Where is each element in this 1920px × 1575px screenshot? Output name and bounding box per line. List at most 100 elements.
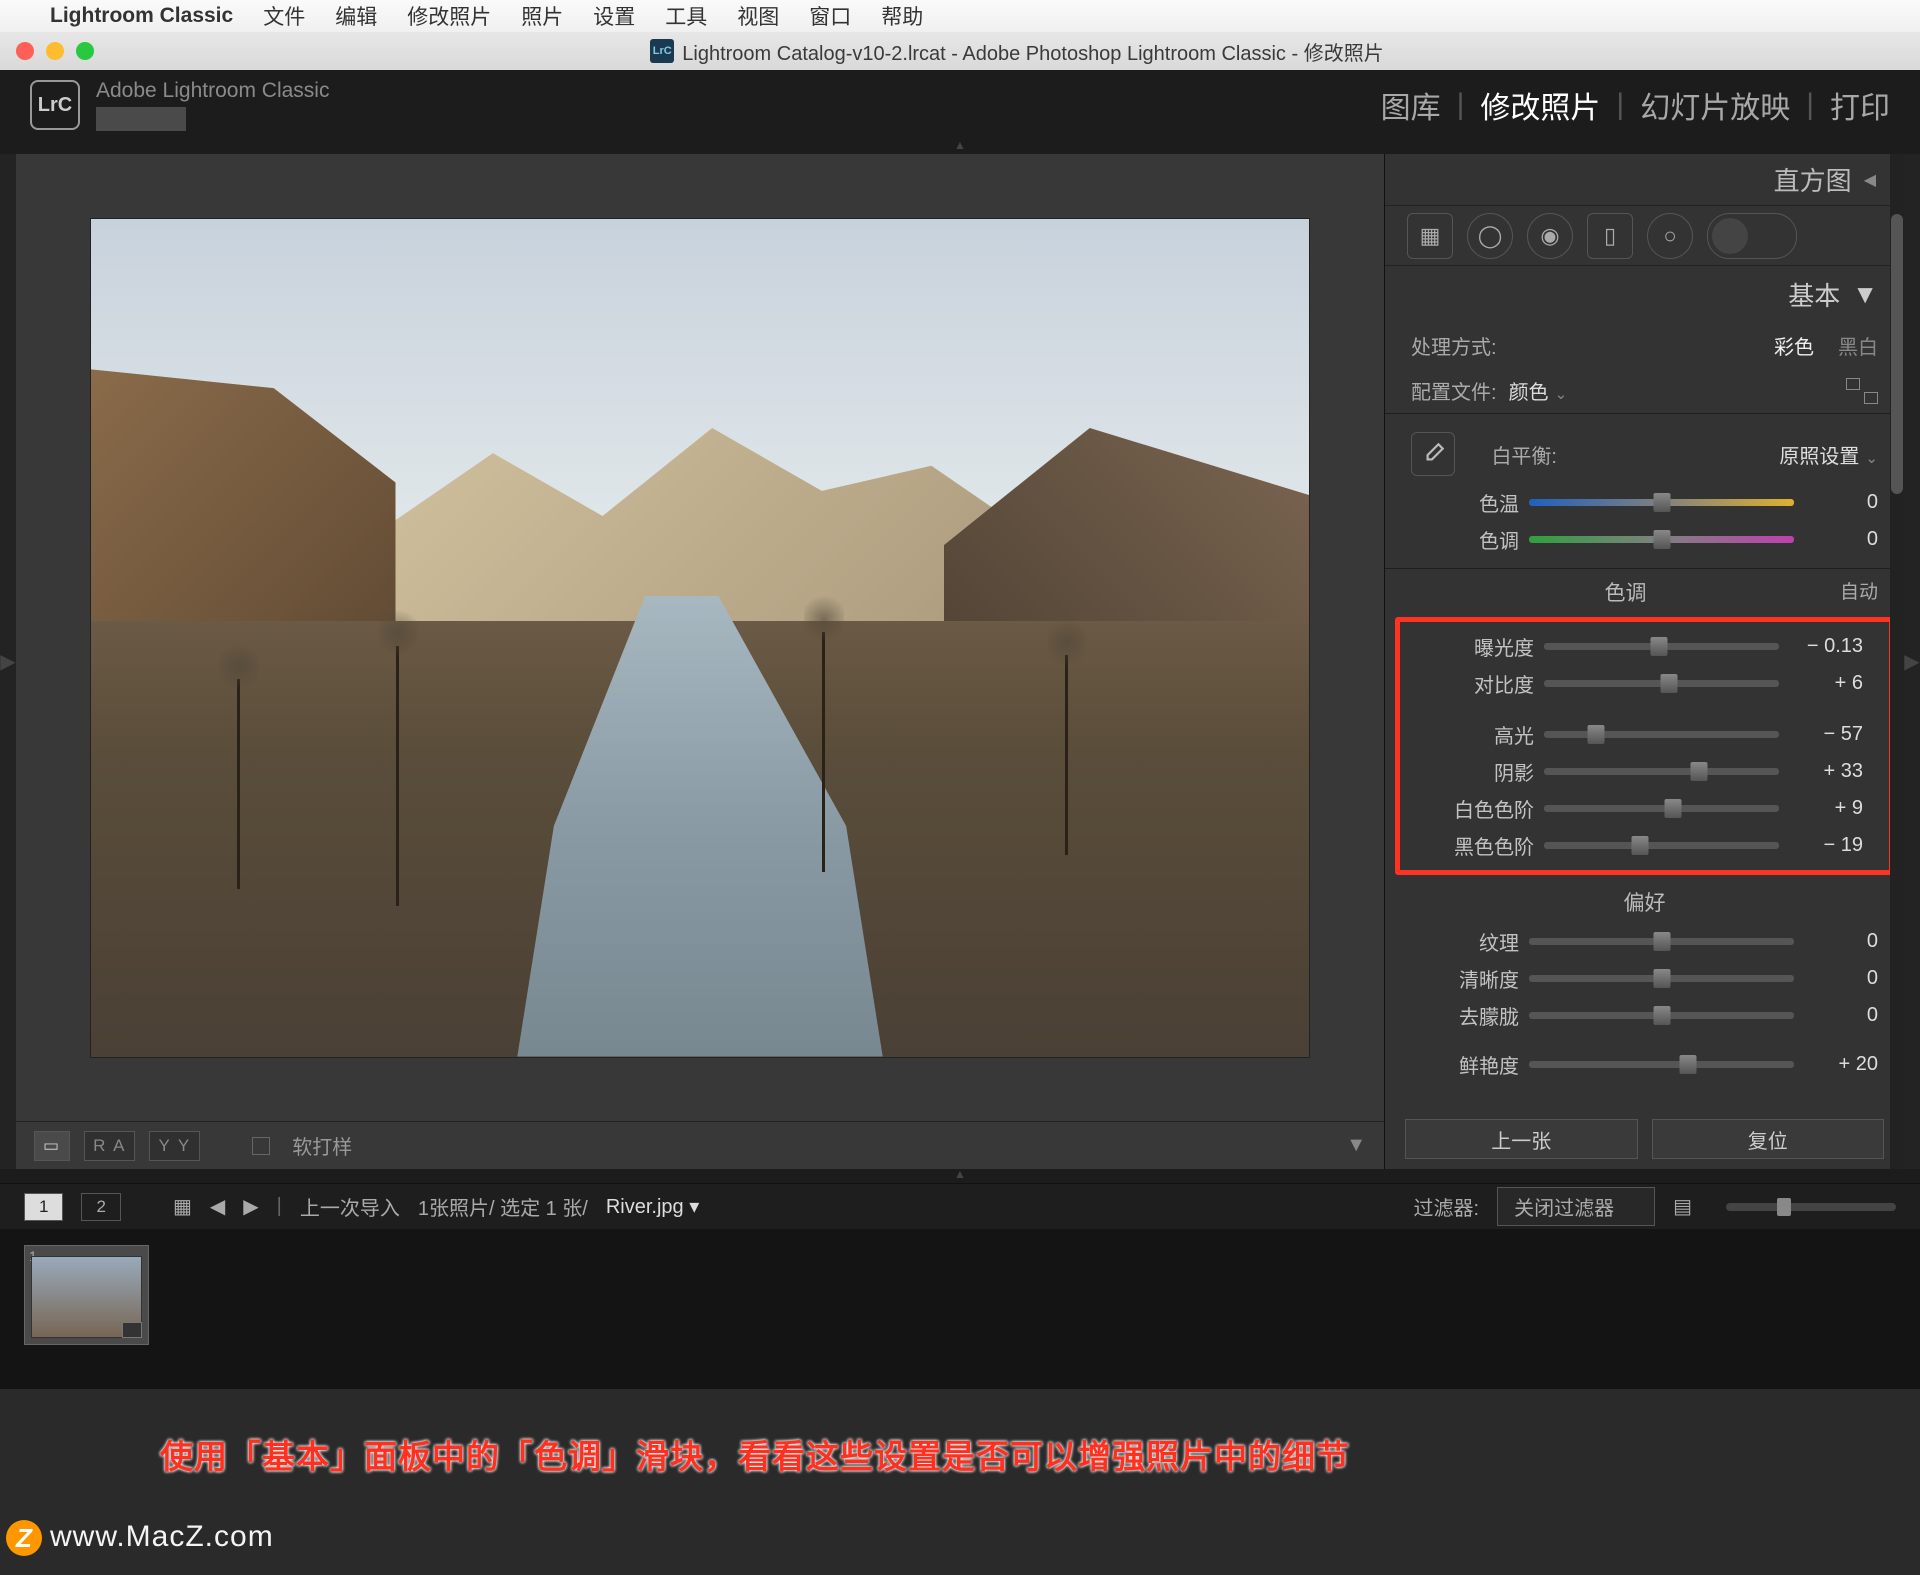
presence-slider-slider[interactable] xyxy=(1529,975,1794,982)
filmstrip-thumbnail[interactable]: 1 xyxy=(24,1245,149,1345)
top-panel-collapse-icon[interactable]: ▲ xyxy=(0,140,1920,154)
presence-slider-label: 去朦胧 xyxy=(1411,1001,1519,1030)
tone-slider-value[interactable]: + 9 xyxy=(1789,797,1863,820)
close-window-button[interactable] xyxy=(16,42,34,60)
vibrance-slider-value[interactable]: + 20 xyxy=(1804,1053,1878,1076)
tone-heading: 色调 xyxy=(1604,577,1646,607)
vibrance-slider-row: 鲜艳度+ 20 xyxy=(1385,1046,1904,1083)
tone-slider-slider[interactable] xyxy=(1544,842,1779,849)
auto-tone-button[interactable]: 自动 xyxy=(1840,577,1878,607)
minimize-window-button[interactable] xyxy=(46,42,64,60)
spot-tool-icon[interactable]: ◯ xyxy=(1467,213,1513,259)
presence-slider-value[interactable]: 0 xyxy=(1804,930,1878,953)
menu-settings[interactable]: 设置 xyxy=(593,1,635,31)
tone-slider-label: 对比度 xyxy=(1426,669,1534,698)
breadcrumb-source[interactable]: 上一次导入 xyxy=(300,1192,400,1221)
screen-1-tab[interactable]: 1 xyxy=(24,1193,63,1221)
tone-slider-slider[interactable] xyxy=(1544,805,1779,812)
menu-develop[interactable]: 修改照片 xyxy=(407,1,491,31)
redeye-tool-icon[interactable]: ◉ xyxy=(1527,213,1573,259)
presence-slider-label: 清晰度 xyxy=(1411,964,1519,993)
before-after-lr-button[interactable]: R A xyxy=(84,1131,135,1161)
menu-tools[interactable]: 工具 xyxy=(665,1,707,31)
brush-tool-icon[interactable] xyxy=(1707,213,1797,259)
grid-view-icon[interactable]: ▦ xyxy=(173,1194,192,1219)
menu-window[interactable]: 窗口 xyxy=(809,1,851,31)
wb-eyedropper-icon[interactable] xyxy=(1411,432,1455,476)
profile-dropdown[interactable]: 颜色⌄ xyxy=(1509,376,1568,405)
toolbar-menu-icon[interactable]: ▼ xyxy=(1346,1134,1366,1157)
radial-tool-icon[interactable]: ○ xyxy=(1647,213,1693,259)
tone-slider-slider[interactable] xyxy=(1544,643,1779,650)
menu-view[interactable]: 视图 xyxy=(737,1,779,31)
presence-slider-value[interactable]: 0 xyxy=(1804,967,1878,990)
filter-lock-icon[interactable]: ▤ xyxy=(1673,1194,1692,1219)
module-develop[interactable]: 修改照片 xyxy=(1480,83,1600,127)
bottom-collapse-icon[interactable]: ▲ xyxy=(0,1169,1920,1183)
before-after-tb-button[interactable]: Y Y xyxy=(149,1131,200,1161)
tone-slider-row: 白色色阶+ 9 xyxy=(1400,790,1889,827)
wb-slider-value[interactable]: 0 xyxy=(1804,528,1878,551)
treatment-bw[interactable]: 黑白 xyxy=(1838,331,1878,360)
module-slideshow[interactable]: 幻灯片放映 xyxy=(1640,83,1790,127)
secondary-toolbar: 1 2 ▦ ◀ ▶ | 上一次导入 1张照片/ 选定 1 张/ River.jp… xyxy=(0,1183,1920,1229)
presence-slider-row: 纹理0 xyxy=(1385,923,1904,960)
annotation-text: 使用「基本」面板中的「色调」滑块，看看这些设置是否可以增强照片中的细节 xyxy=(160,1430,1350,1478)
tone-slider-value[interactable]: − 0.13 xyxy=(1789,635,1863,658)
preview-photo[interactable] xyxy=(90,218,1310,1058)
wb-slider-value[interactable]: 0 xyxy=(1804,491,1878,514)
presence-slider-value[interactable]: 0 xyxy=(1804,1004,1878,1027)
module-print[interactable]: 打印 xyxy=(1830,83,1890,127)
vibrance-slider-slider[interactable] xyxy=(1529,1061,1794,1068)
tone-slider-value[interactable]: + 6 xyxy=(1789,672,1863,695)
histogram-label: 直方图 xyxy=(1774,161,1852,198)
tone-slider-value[interactable]: + 33 xyxy=(1789,760,1863,783)
tone-slider-slider[interactable] xyxy=(1544,680,1779,687)
menu-file[interactable]: 文件 xyxy=(263,1,305,31)
window-titlebar: LrC Lightroom Catalog-v10-2.lrcat - Adob… xyxy=(0,32,1920,70)
filmstrip[interactable]: 1 xyxy=(0,1229,1920,1389)
tone-slider-value[interactable]: − 19 xyxy=(1789,834,1863,857)
menu-photo[interactable]: 照片 xyxy=(521,1,563,31)
presence-slider-slider[interactable] xyxy=(1529,1012,1794,1019)
zoom-window-button[interactable] xyxy=(76,42,94,60)
presence-slider-slider[interactable] xyxy=(1529,938,1794,945)
softproof-checkbox[interactable] xyxy=(252,1137,270,1155)
tone-slider-row: 黑色色阶− 19 xyxy=(1400,827,1889,864)
menu-help[interactable]: 帮助 xyxy=(881,1,923,31)
right-panel: 直方图◀ ▦ ◯ ◉ ▯ ○ 基本▼ 处理方式: 彩色 黑白 配置文件: 颜色⌄ xyxy=(1384,154,1904,1169)
tone-slider-slider[interactable] xyxy=(1544,768,1779,775)
treatment-color[interactable]: 彩色 xyxy=(1774,331,1814,360)
reset-button[interactable]: 复位 xyxy=(1652,1119,1885,1159)
prev-photo-icon[interactable]: ◀ xyxy=(210,1194,225,1219)
menu-edit[interactable]: 编辑 xyxy=(335,1,377,31)
right-panel-scrollbar[interactable] xyxy=(1890,154,1904,1169)
menubar-appname[interactable]: Lightroom Classic xyxy=(50,4,233,28)
image-canvas[interactable] xyxy=(16,154,1384,1121)
wb-slider-slider[interactable] xyxy=(1529,499,1794,506)
crop-tool-icon[interactable]: ▦ xyxy=(1407,213,1453,259)
wb-slider-label: 色调 xyxy=(1411,525,1519,554)
loupe-view-button[interactable]: ▭ xyxy=(34,1131,70,1161)
thumbnail-size-slider[interactable] xyxy=(1726,1203,1896,1211)
identity-plate[interactable] xyxy=(96,107,186,131)
next-photo-icon[interactable]: ▶ xyxy=(243,1194,258,1219)
screen-2-tab[interactable]: 2 xyxy=(81,1193,120,1221)
wb-dropdown[interactable]: 原照设置⌄ xyxy=(1779,440,1878,469)
breadcrumb-filename[interactable]: River.jpg ▾ xyxy=(606,1194,699,1219)
previous-button[interactable]: 上一张 xyxy=(1405,1119,1638,1159)
right-panel-collapse-icon[interactable]: ▶ xyxy=(1904,154,1920,1169)
histogram-header[interactable]: 直方图◀ xyxy=(1385,154,1904,206)
module-library[interactable]: 图库 xyxy=(1381,83,1441,127)
wb-slider-slider[interactable] xyxy=(1529,536,1794,543)
tone-slider-slider[interactable] xyxy=(1544,731,1779,738)
masking-tool-icon[interactable]: ▯ xyxy=(1587,213,1633,259)
tone-highlight-box: 曝光度− 0.13对比度+ 6高光− 57阴影+ 33白色色阶+ 9黑色色阶− … xyxy=(1395,617,1894,875)
tone-slider-row: 高光− 57 xyxy=(1400,716,1889,753)
filter-dropdown[interactable]: 关闭过滤器 xyxy=(1497,1187,1655,1226)
tone-slider-value[interactable]: − 57 xyxy=(1789,723,1863,746)
app-identity-bar: LrC Adobe Lightroom Classic 图库| 修改照片| 幻灯… xyxy=(0,70,1920,140)
basic-panel-header[interactable]: 基本▼ xyxy=(1385,266,1904,323)
profile-browser-icon[interactable] xyxy=(1846,378,1878,404)
left-panel-expand-icon[interactable]: ▶ xyxy=(0,154,16,1169)
